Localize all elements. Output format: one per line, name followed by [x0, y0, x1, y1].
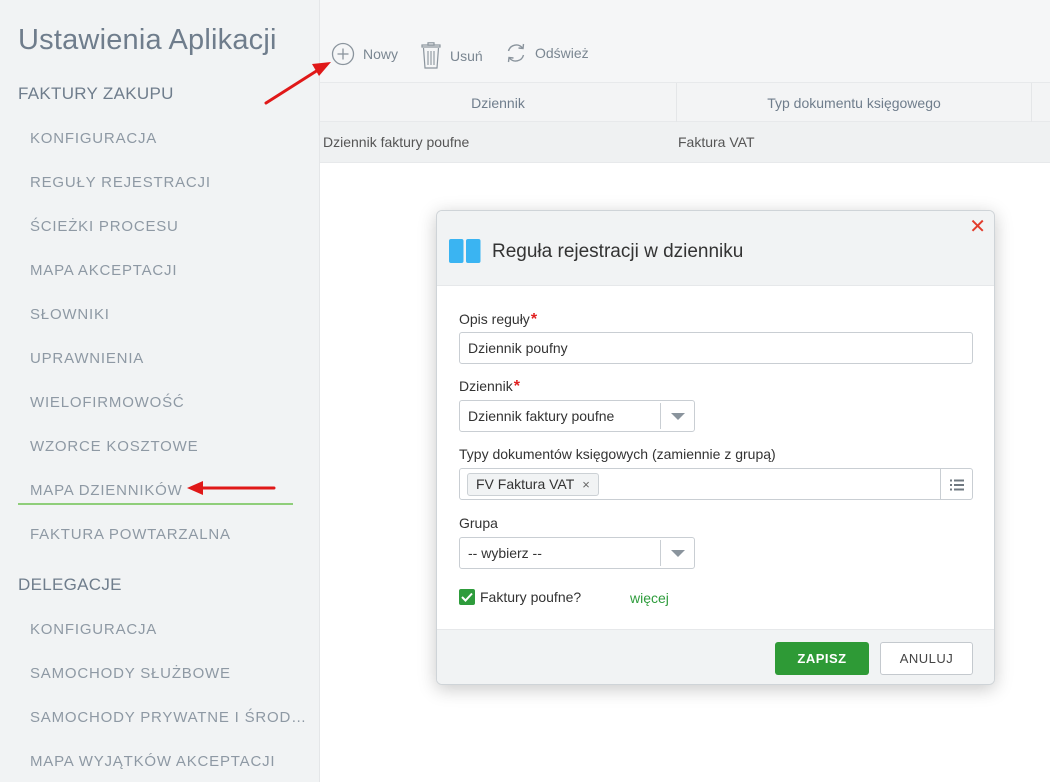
required-asterisk: * — [530, 311, 538, 328]
dialog-footer: ZAPISZ ANULUJ — [437, 629, 994, 684]
grid-header: Dziennik Typ dokumentu księgowego — [320, 82, 1050, 123]
sidebar-item-reguly-rejestracji[interactable]: REGUŁY REJESTRACJI — [30, 174, 211, 191]
toolbar: Nowy Usuń Odśwież — [320, 0, 1050, 82]
multiselect-divider — [940, 469, 941, 499]
app-title: Ustawienia Aplikacji — [18, 24, 277, 56]
sidebar-item-wielofirmowosc[interactable]: WIELOFIRMOWOŚĆ — [30, 394, 185, 411]
sidebar-item-mapa-dziennikow[interactable]: MAPA DZIENNIKÓW — [30, 482, 183, 499]
refresh-icon — [505, 42, 527, 64]
new-button[interactable]: Nowy — [331, 42, 398, 66]
delete-button[interactable]: Usuń — [420, 42, 483, 70]
refresh-button-label: Odśwież — [535, 45, 589, 61]
list-icon[interactable] — [950, 478, 964, 496]
trash-icon — [420, 42, 442, 70]
section-header-faktury-zakupu[interactable]: FAKTURY ZAKUPU — [18, 84, 174, 104]
tag-label: FV Faktura VAT — [476, 476, 575, 492]
group-select-value: -- wybierz -- — [468, 545, 542, 561]
sidebar-item-slowniki[interactable]: SŁOWNIKI — [30, 306, 110, 323]
registration-rule-dialog: Reguła rejestracji w dzienniku ✕ Opis re… — [436, 210, 995, 685]
more-link[interactable]: więcej — [630, 590, 669, 606]
sidebar-item-sciezki-procesu[interactable]: ŚCIEŻKI PROCESU — [30, 218, 179, 235]
journal-label: Dziennik* — [459, 378, 520, 395]
cell-typ-dokumentu: Faktura VAT — [678, 134, 755, 150]
sidebar-item-mapa-akceptacji[interactable]: MAPA AKCEPTACJI — [30, 262, 177, 279]
remove-tag-icon[interactable]: × — [582, 474, 590, 495]
select-divider — [660, 403, 661, 429]
sidebar-item-wzorce-kosztowe[interactable]: WZORCE KOSZTOWE — [30, 438, 198, 455]
sidebar: Ustawienia Aplikacji FAKTURY ZAKUPU KONF… — [0, 0, 320, 782]
section-header-delegacje[interactable]: DELEGACJE — [18, 575, 122, 595]
sidebar-item-uprawnienia[interactable]: UPRAWNIENIA — [30, 350, 144, 367]
sidebar-item-samochody-sluzbowe[interactable]: SAMOCHODY SŁUŻBOWE — [30, 665, 231, 682]
confidential-checkbox[interactable] — [459, 589, 475, 605]
sidebar-item-samochody-prywatne[interactable]: SAMOCHODY PRYWATNE I ŚROD… — [30, 709, 307, 726]
cancel-button[interactable]: ANULUJ — [880, 642, 973, 675]
document-types-multiselect[interactable]: FV Faktura VAT × — [459, 468, 973, 500]
table-row[interactable]: Dziennik faktury poufne Faktura VAT — [320, 122, 1050, 163]
group-label: Grupa — [459, 515, 498, 531]
refresh-button[interactable]: Odśwież — [505, 42, 589, 64]
chevron-down-icon[interactable] — [671, 550, 685, 557]
column-header-dziennik[interactable]: Dziennik — [320, 83, 677, 123]
document-types-label: Typy dokumentów księgowych (zamiennie z … — [459, 446, 776, 462]
close-icon[interactable]: ✕ — [969, 217, 986, 237]
new-button-label: Nowy — [363, 46, 399, 62]
confidential-checkbox-label[interactable]: Faktury poufne? — [480, 589, 581, 605]
sidebar-item-konfiguracja[interactable]: KONFIGURACJA — [30, 130, 157, 147]
select-divider — [660, 540, 661, 566]
plus-circle-icon — [331, 42, 355, 66]
column-header-typ-dokumentu[interactable]: Typ dokumentu księgowego — [677, 83, 1032, 123]
sidebar-item-mapa-wyjatkow-akceptacji[interactable]: MAPA WYJĄTKÓW AKCEPTACJI — [30, 753, 275, 770]
cell-dziennik: Dziennik faktury poufne — [323, 134, 470, 150]
group-select[interactable]: -- wybierz -- — [459, 537, 695, 569]
dialog-title: Reguła rejestracji w dzienniku — [492, 241, 744, 262]
sidebar-item-delegacje-konfiguracja[interactable]: KONFIGURACJA — [30, 621, 157, 638]
required-asterisk: * — [513, 378, 520, 395]
chevron-down-icon[interactable] — [671, 413, 685, 420]
sidebar-item-faktura-powtarzalna[interactable]: FAKTURA POWTARZALNA — [30, 526, 231, 543]
active-item-underline — [18, 503, 293, 505]
save-button[interactable]: ZAPISZ — [775, 642, 869, 675]
document-type-tag: FV Faktura VAT × — [467, 473, 599, 496]
checkmark-icon — [461, 592, 473, 602]
dialog-header: Reguła rejestracji w dzienniku ✕ — [437, 211, 994, 286]
book-icon — [449, 239, 481, 268]
rule-description-input[interactable]: Dziennik poufny — [459, 332, 973, 364]
delete-button-label: Usuń — [450, 48, 483, 64]
journal-select-value: Dziennik faktury poufne — [468, 408, 615, 424]
journal-select[interactable]: Dziennik faktury poufne — [459, 400, 695, 432]
rule-description-label: Opis reguły* — [459, 311, 538, 328]
